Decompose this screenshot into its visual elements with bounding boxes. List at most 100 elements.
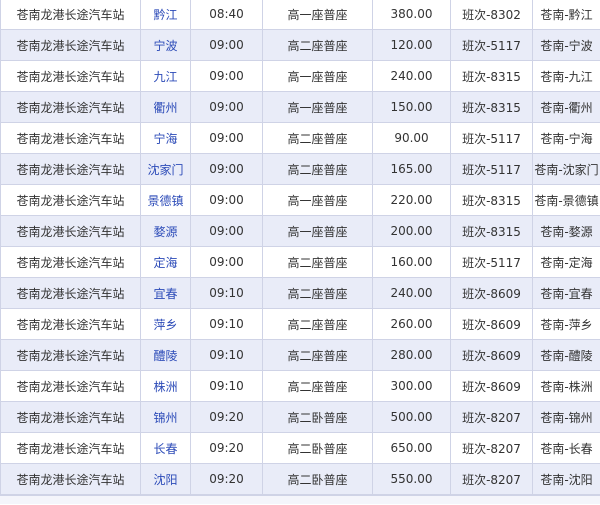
destination-cell: 九江 (140, 60, 191, 92)
destination-link[interactable]: 九江 (153, 70, 177, 84)
departure-station-cell: 苍南龙港长途汽车站 (0, 91, 141, 123)
bus-number-cell: 班次-5117 (450, 122, 533, 154)
table-row: 苍南龙港长途汽车站 宁海 09:00 高二座普座 90.00 班次-5117 苍南-宁海 (0, 122, 600, 154)
route-cell: 苍南-沈阳 (532, 463, 600, 495)
route-cell: 苍南-定海 (532, 246, 600, 278)
departure-station-cell: 苍南龙港长途汽车站 (0, 401, 141, 433)
departure-time-cell: 09:00 (190, 122, 263, 154)
departure-station-cell: 苍南龙港长途汽车站 (0, 153, 141, 185)
seat-type-cell: 高二座普座 (262, 246, 373, 278)
destination-cell: 株洲 (140, 370, 191, 402)
seat-type-cell: 高一座普座 (262, 184, 373, 216)
departure-time-cell: 09:10 (190, 370, 263, 402)
table-row: 苍南龙港长途汽车站 黔江 08:40 高一座普座 380.00 班次-8302 苍南-黔江 (0, 0, 600, 30)
destination-cell: 景德镇 (140, 184, 191, 216)
ticket-price-cell: 120.00 (372, 29, 451, 61)
table-row: 苍南龙港长途汽车站 宜春 09:10 高二座普座 240.00 班次-8609 苍南-宜春 (0, 277, 600, 309)
destination-link[interactable]: 黔江 (153, 8, 177, 22)
table-row: 苍南龙港长途汽车站 定海 09:00 高二座普座 160.00 班次-5117 苍南-定海 (0, 246, 600, 278)
departure-time-cell: 09:00 (190, 91, 263, 123)
departure-time-cell: 09:20 (190, 432, 263, 464)
destination-link[interactable]: 株洲 (153, 380, 177, 394)
bus-number-cell: 班次-8315 (450, 184, 533, 216)
table-row: 苍南龙港长途汽车站 九江 09:00 高一座普座 240.00 班次-8315 苍南-九江 (0, 60, 600, 92)
destination-cell: 宁波 (140, 29, 191, 61)
destination-cell: 婺源 (140, 215, 191, 247)
destination-link[interactable]: 定海 (153, 256, 177, 270)
ticket-price-cell: 280.00 (372, 339, 451, 371)
destination-cell: 锦州 (140, 401, 191, 433)
departure-time-cell: 09:10 (190, 339, 263, 371)
departure-station-cell: 苍南龙港长途汽车站 (0, 215, 141, 247)
route-cell: 苍南-宁波 (532, 29, 600, 61)
table-footer-strip (0, 495, 600, 504)
ticket-price-cell: 650.00 (372, 432, 451, 464)
route-cell: 苍南-九江 (532, 60, 600, 92)
route-cell: 苍南-长春 (532, 432, 600, 464)
bus-number-cell: 班次-8315 (450, 60, 533, 92)
destination-link[interactable]: 宜春 (153, 287, 177, 301)
departure-time-cell: 09:00 (190, 29, 263, 61)
departure-station-cell: 苍南龙港长途汽车站 (0, 60, 141, 92)
ticket-price-cell: 220.00 (372, 184, 451, 216)
departure-station-cell: 苍南龙港长途汽车站 (0, 29, 141, 61)
table-row: 苍南龙港长途汽车站 醴陵 09:10 高二座普座 280.00 班次-8609 苍南-醴陵 (0, 339, 600, 371)
table-row: 苍南龙港长途汽车站 婺源 09:00 高一座普座 200.00 班次-8315 苍南-婺源 (0, 215, 600, 247)
ticket-price-cell: 165.00 (372, 153, 451, 185)
seat-type-cell: 高二卧普座 (262, 463, 373, 495)
departure-time-cell: 09:00 (190, 184, 263, 216)
ticket-price-cell: 380.00 (372, 0, 451, 30)
table-row: 苍南龙港长途汽车站 长春 09:20 高二卧普座 650.00 班次-8207 苍南-长春 (0, 432, 600, 464)
departure-station-cell: 苍南龙港长途汽车站 (0, 308, 141, 340)
destination-link[interactable]: 婺源 (153, 225, 177, 239)
destination-link[interactable]: 沈阳 (153, 473, 177, 487)
bus-number-cell: 班次-8207 (450, 432, 533, 464)
seat-type-cell: 高一座普座 (262, 215, 373, 247)
ticket-price-cell: 160.00 (372, 246, 451, 278)
ticket-price-cell: 550.00 (372, 463, 451, 495)
destination-cell: 衢州 (140, 91, 191, 123)
destination-link[interactable]: 醴陵 (153, 349, 177, 363)
destination-link[interactable]: 宁海 (153, 132, 177, 146)
departure-station-cell: 苍南龙港长途汽车站 (0, 184, 141, 216)
seat-type-cell: 高一座普座 (262, 60, 373, 92)
destination-link[interactable]: 衢州 (153, 101, 177, 115)
destination-link[interactable]: 长春 (153, 442, 177, 456)
seat-type-cell: 高二卧普座 (262, 401, 373, 433)
route-cell: 苍南-醴陵 (532, 339, 600, 371)
bus-number-cell: 班次-8609 (450, 339, 533, 371)
table-row: 苍南龙港长途汽车站 萍乡 09:10 高二座普座 260.00 班次-8609 苍南-萍乡 (0, 308, 600, 340)
departure-time-cell: 09:00 (190, 246, 263, 278)
seat-type-cell: 高一座普座 (262, 0, 373, 30)
destination-cell: 醴陵 (140, 339, 191, 371)
route-cell: 苍南-萍乡 (532, 308, 600, 340)
route-cell: 苍南-黔江 (532, 0, 600, 30)
destination-link[interactable]: 锦州 (153, 411, 177, 425)
seat-type-cell: 高二座普座 (262, 153, 373, 185)
bus-number-cell: 班次-5117 (450, 246, 533, 278)
bus-number-cell: 班次-5117 (450, 153, 533, 185)
destination-cell: 沈阳 (140, 463, 191, 495)
destination-cell: 沈家门 (140, 153, 191, 185)
destination-link[interactable]: 景德镇 (147, 194, 183, 208)
table-row: 苍南龙港长途汽车站 锦州 09:20 高二卧普座 500.00 班次-8207 苍南-锦州 (0, 401, 600, 433)
departure-time-cell: 09:00 (190, 153, 263, 185)
seat-type-cell: 高二座普座 (262, 370, 373, 402)
table-row: 苍南龙港长途汽车站 宁波 09:00 高二座普座 120.00 班次-5117 苍南-宁波 (0, 29, 600, 61)
bus-number-cell: 班次-8609 (450, 308, 533, 340)
departure-station-cell: 苍南龙港长途汽车站 (0, 463, 141, 495)
destination-link[interactable]: 沈家门 (147, 163, 183, 177)
seat-type-cell: 高二座普座 (262, 29, 373, 61)
bus-number-cell: 班次-5117 (450, 29, 533, 61)
destination-link[interactable]: 萍乡 (153, 318, 177, 332)
route-cell: 苍南-株洲 (532, 370, 600, 402)
route-cell: 苍南-锦州 (532, 401, 600, 433)
seat-type-cell: 高一座普座 (262, 91, 373, 123)
departure-station-cell: 苍南龙港长途汽车站 (0, 277, 141, 309)
departure-station-cell: 苍南龙港长途汽车站 (0, 0, 141, 30)
destination-link[interactable]: 宁波 (153, 39, 177, 53)
departure-station-cell: 苍南龙港长途汽车站 (0, 246, 141, 278)
table-row: 苍南龙港长途汽车站 沈阳 09:20 高二卧普座 550.00 班次-8207 苍南-沈阳 (0, 463, 600, 495)
ticket-price-cell: 300.00 (372, 370, 451, 402)
departure-time-cell: 08:40 (190, 0, 263, 30)
